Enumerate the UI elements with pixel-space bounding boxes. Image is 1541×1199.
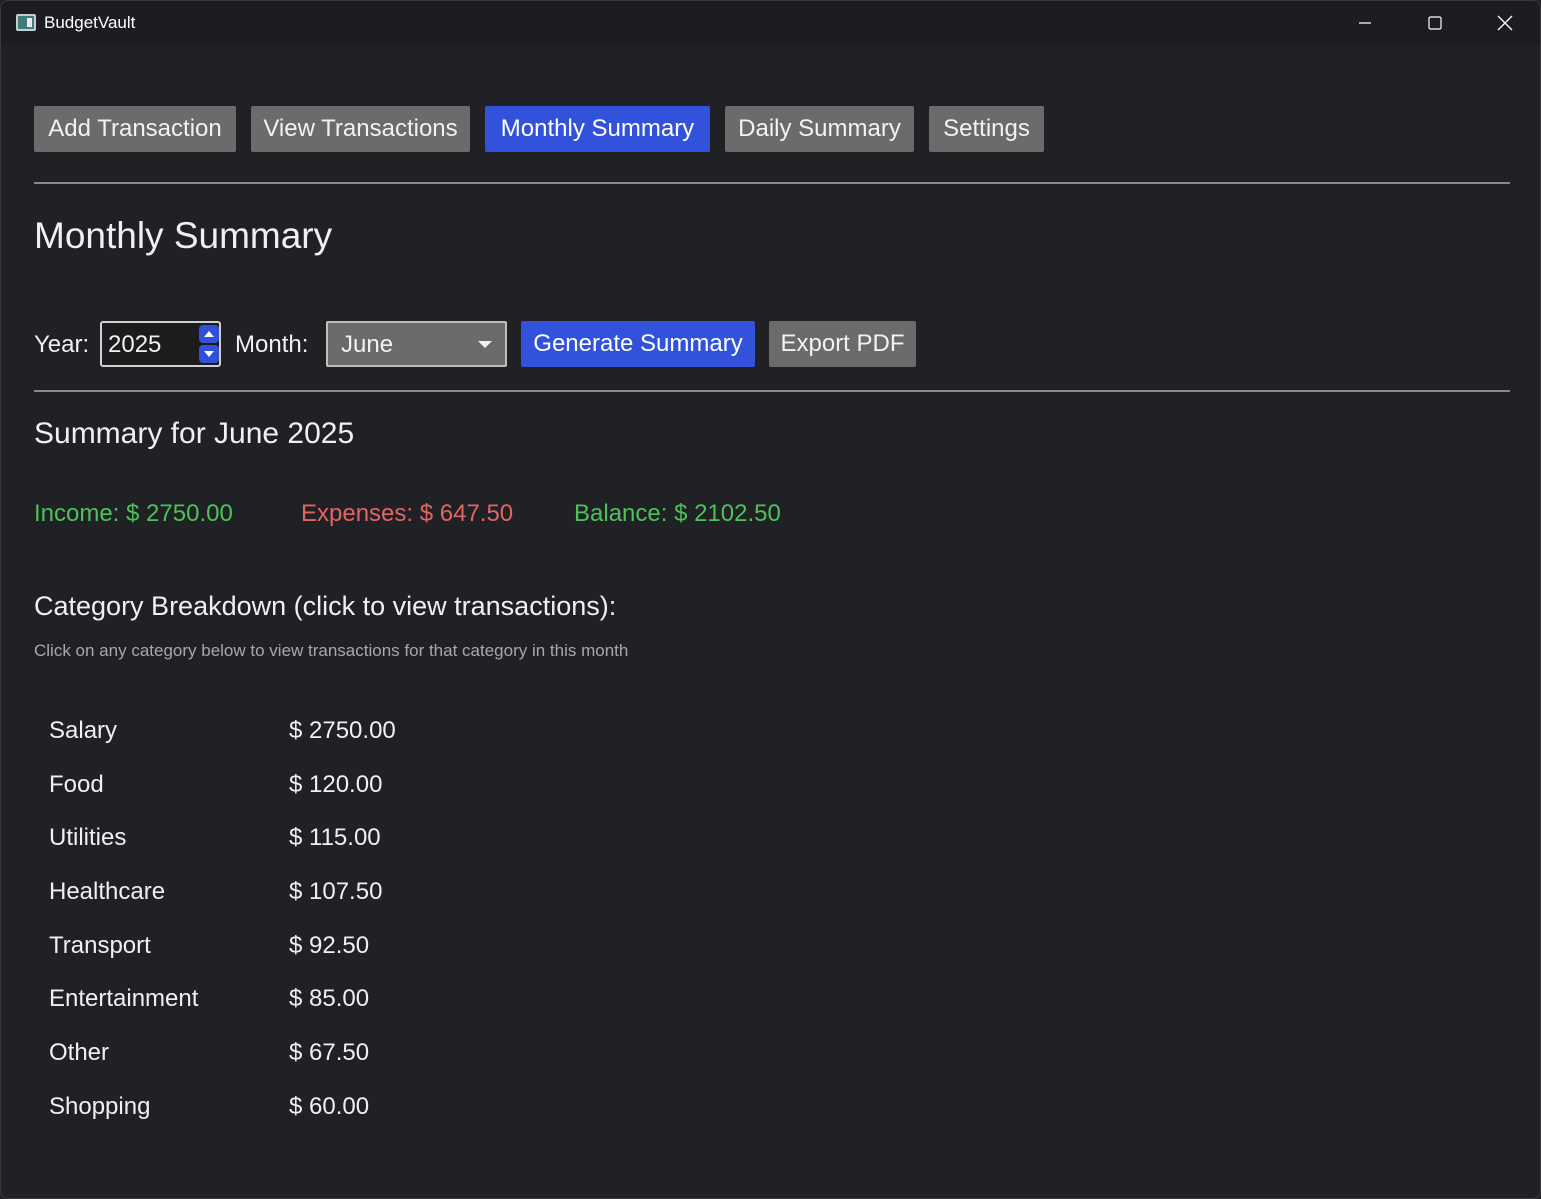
category-row-food[interactable]: Food $ 120.00 <box>34 759 634 813</box>
expenses-total: Expenses: $ 647.50 <box>301 500 514 527</box>
category-amount: $ 67.50 <box>289 1039 370 1067</box>
app-icon <box>16 14 36 31</box>
nav-add-transaction-button[interactable]: Add Transaction <box>34 106 236 152</box>
balance-total: Balance: $ 2102.50 <box>574 500 781 527</box>
category-list: Salary $ 2750.00 Food $ 120.00 Utilities… <box>34 705 634 1135</box>
month-label: Month: <box>235 331 309 358</box>
category-amount: $ 115.00 <box>289 824 381 852</box>
app-window: BudgetVault Add Transaction View Transac… <box>0 0 1541 1199</box>
year-spinbox <box>100 321 221 367</box>
category-name: Other <box>49 1039 110 1067</box>
nav-view-transactions-button[interactable]: View Transactions <box>251 106 470 152</box>
category-breakdown-hint: Click on any category below to view tran… <box>34 641 629 660</box>
close-button[interactable] <box>1470 1 1540 45</box>
category-amount: $ 107.50 <box>289 878 383 906</box>
income-total: Income: $ 2750.00 <box>34 500 233 527</box>
category-amount: $ 2750.00 <box>289 717 396 744</box>
nav-settings-button[interactable]: Settings <box>929 106 1044 152</box>
window-title: BudgetVault <box>44 13 136 32</box>
year-label: Year: <box>34 331 90 358</box>
minimize-button[interactable] <box>1330 1 1400 45</box>
category-row-other[interactable]: Other $ 67.50 <box>34 1027 634 1081</box>
close-icon <box>1497 15 1513 31</box>
minimize-icon <box>1359 22 1371 24</box>
category-row-transport[interactable]: Transport $ 92.50 <box>34 920 634 974</box>
category-row-salary[interactable]: Salary $ 2750.00 <box>34 705 634 759</box>
title-bar: BudgetVault <box>1 1 1540 45</box>
category-name: Utilities <box>49 824 127 852</box>
category-name: Transport <box>49 931 151 959</box>
nav-monthly-summary-button[interactable]: Monthly Summary <box>485 106 710 152</box>
month-selected-value: June <box>341 331 394 358</box>
category-name: Healthcare <box>49 878 166 906</box>
export-pdf-button[interactable]: Export PDF <box>769 321 916 367</box>
year-input[interactable] <box>108 330 188 360</box>
category-row-shopping[interactable]: Shopping $ 60.00 <box>34 1081 634 1135</box>
category-name: Entertainment <box>49 985 199 1013</box>
chevron-down-icon <box>204 351 214 357</box>
category-name: Food <box>49 770 104 798</box>
year-increment-button[interactable] <box>199 325 219 343</box>
category-amount: $ 92.50 <box>289 931 370 959</box>
chevron-down-icon <box>478 341 492 348</box>
maximize-icon <box>1428 16 1442 30</box>
nav-daily-summary-button[interactable]: Daily Summary <box>725 106 914 152</box>
category-row-entertainment[interactable]: Entertainment $ 85.00 <box>34 973 634 1027</box>
category-name: Shopping <box>49 1092 151 1120</box>
summary-heading: Summary for June 2025 <box>34 417 355 450</box>
controls-divider <box>34 390 1510 392</box>
category-amount: $ 60.00 <box>289 1092 370 1120</box>
month-select[interactable]: June <box>326 321 507 367</box>
category-breakdown-heading: Category Breakdown (click to view transa… <box>34 591 617 621</box>
chevron-up-icon <box>204 331 214 337</box>
generate-summary-button[interactable]: Generate Summary <box>521 321 755 367</box>
year-decrement-button[interactable] <box>199 345 219 363</box>
nav-divider <box>34 182 1510 184</box>
category-name: Salary <box>49 717 118 744</box>
maximize-button[interactable] <box>1400 1 1470 45</box>
page-title: Monthly Summary <box>34 215 333 256</box>
category-amount: $ 85.00 <box>289 985 370 1013</box>
category-amount: $ 120.00 <box>289 770 383 798</box>
category-row-utilities[interactable]: Utilities $ 115.00 <box>34 812 634 866</box>
category-row-healthcare[interactable]: Healthcare $ 107.50 <box>34 866 634 920</box>
